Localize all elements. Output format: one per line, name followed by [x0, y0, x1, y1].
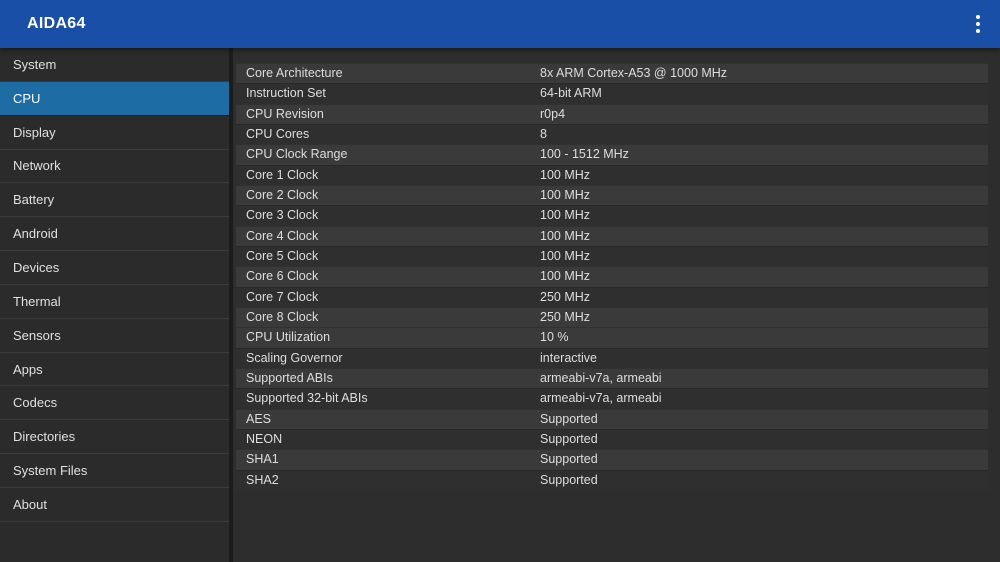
info-row-neon: NEON Supported	[236, 429, 988, 449]
info-row-label: CPU Clock Range	[246, 144, 347, 164]
sidebar-item-label: Sensors	[13, 328, 61, 343]
sidebar-item-label: Thermal	[13, 294, 61, 309]
info-row-label: AES	[246, 409, 271, 429]
sidebar-item-display[interactable]: Display	[0, 116, 229, 150]
sidebar-item-label: Display	[13, 125, 56, 140]
cpu-info-list: Core Architecture 8x ARM Cortex-A53 @ 100…	[233, 48, 1000, 562]
info-row-value: Supported	[540, 470, 598, 490]
sidebar: System CPU Display Network Battery Android Dev…	[0, 48, 229, 562]
info-row-value: Supported	[540, 409, 598, 429]
info-row-label: CPU Cores	[246, 124, 309, 144]
info-row-supported-abis: Supported ABIs armeabi-v7a, armeabi	[236, 368, 988, 388]
info-row-core-4-clock: Core 4 Clock 100 MHz	[236, 226, 988, 246]
info-row-core-6-clock: Core 6 Clock 100 MHz	[236, 266, 988, 286]
info-row-label: SHA1	[246, 449, 279, 469]
info-row-sha2: SHA2 Supported	[236, 470, 988, 490]
info-row-label: Scaling Governor	[246, 348, 343, 368]
info-row-value: 100 MHz	[540, 266, 590, 286]
info-row-label: CPU Utilization	[246, 327, 330, 347]
info-row-value: armeabi-v7a, armeabi	[540, 388, 662, 408]
info-row-label: Core 6 Clock	[246, 266, 318, 286]
sidebar-item-sensors[interactable]: Sensors	[0, 319, 229, 353]
info-row-value: 8	[540, 124, 547, 144]
info-row-value: 100 MHz	[540, 205, 590, 225]
sidebar-item-about[interactable]: About	[0, 488, 229, 522]
info-row-cpu-clock-range: CPU Clock Range 100 - 1512 MHz	[236, 144, 988, 164]
info-row-value: 100 - 1512 MHz	[540, 144, 629, 164]
info-row-label: SHA2	[246, 470, 279, 490]
info-row-label: Core Architecture	[246, 63, 343, 83]
sidebar-item-battery[interactable]: Battery	[0, 183, 229, 217]
sidebar-item-label: CPU	[13, 91, 40, 106]
info-row-value: r0p4	[540, 104, 565, 124]
info-row-value: 100 MHz	[540, 246, 590, 266]
info-row-value: 8x ARM Cortex-A53 @ 1000 MHz	[540, 63, 727, 83]
info-row-label: Instruction Set	[246, 83, 326, 103]
info-row-label: Core 1 Clock	[246, 165, 318, 185]
info-row-value: 10 %	[540, 327, 569, 347]
overflow-menu-button[interactable]	[956, 0, 1000, 48]
info-row-value: 250 MHz	[540, 307, 590, 327]
sidebar-item-system[interactable]: System	[0, 48, 229, 82]
info-row-label: CPU Revision	[246, 104, 324, 124]
sidebar-item-label: About	[13, 497, 47, 512]
info-row-label: Core 5 Clock	[246, 246, 318, 266]
sidebar-item-thermal[interactable]: Thermal	[0, 285, 229, 319]
info-row-value: Supported	[540, 449, 598, 469]
info-row-label: NEON	[246, 429, 282, 449]
info-row-scaling-governor: Scaling Governor interactive	[236, 348, 988, 368]
info-row-value: armeabi-v7a, armeabi	[540, 368, 662, 388]
info-row-value: Supported	[540, 429, 598, 449]
info-row-value: 100 MHz	[540, 185, 590, 205]
sidebar-item-network[interactable]: Network	[0, 150, 229, 184]
info-row-sha1: SHA1 Supported	[236, 449, 988, 469]
info-row-supported-32-bit-abis: Supported 32-bit ABIs armeabi-v7a, armeab…	[236, 388, 988, 408]
info-row-cpu-revision: CPU Revision r0p4	[236, 104, 988, 124]
info-row-core-3-clock: Core 3 Clock 100 MHz	[236, 205, 988, 225]
sidebar-item-devices[interactable]: Devices	[0, 251, 229, 285]
sidebar-item-label: Network	[13, 158, 61, 173]
sidebar-item-label: Apps	[13, 362, 43, 377]
info-row-core-7-clock: Core 7 Clock 250 MHz	[236, 287, 988, 307]
info-row-instruction-set: Instruction Set 64-bit ARM	[236, 83, 988, 103]
info-row-aes: AES Supported	[236, 409, 988, 429]
info-row-cpu-utilization: CPU Utilization 10 %	[236, 327, 988, 347]
sidebar-item-system-files[interactable]: System Files	[0, 454, 229, 488]
info-row-label: Supported 32-bit ABIs	[246, 388, 368, 408]
sidebar-item-directories[interactable]: Directories	[0, 420, 229, 454]
sidebar-item-label: Codecs	[13, 395, 57, 410]
info-row-label: Core 2 Clock	[246, 185, 318, 205]
info-row-value: 250 MHz	[540, 287, 590, 307]
aida64-app-window: AIDA64 System CPU Display Network Battery And…	[0, 0, 1000, 562]
sidebar-item-codecs[interactable]: Codecs	[0, 386, 229, 420]
app-body: System CPU Display Network Battery Android Dev…	[0, 48, 1000, 562]
app-title: AIDA64	[0, 15, 86, 33]
info-row-value: interactive	[540, 348, 597, 368]
info-row-core-8-clock: Core 8 Clock 250 MHz	[236, 307, 988, 327]
sidebar-item-label: Directories	[13, 429, 75, 444]
info-row-core-1-clock: Core 1 Clock 100 MHz	[236, 165, 988, 185]
info-row-cpu-cores: CPU Cores 8	[236, 124, 988, 144]
sidebar-item-apps[interactable]: Apps	[0, 353, 229, 387]
app-bar: AIDA64	[0, 0, 1000, 48]
sidebar-item-cpu[interactable]: CPU	[0, 82, 229, 116]
sidebar-item-label: Battery	[13, 192, 54, 207]
sidebar-item-label: Devices	[13, 260, 59, 275]
info-row-label: Core 3 Clock	[246, 205, 318, 225]
info-row-core-2-clock: Core 2 Clock 100 MHz	[236, 185, 988, 205]
info-row-label: Core 7 Clock	[246, 287, 318, 307]
info-row-label: Core 4 Clock	[246, 226, 318, 246]
info-row-value: 100 MHz	[540, 165, 590, 185]
info-row-label: Supported ABIs	[246, 368, 333, 388]
kebab-menu-icon	[976, 22, 980, 26]
info-row-label: Core 8 Clock	[246, 307, 318, 327]
sidebar-item-label: System Files	[13, 463, 87, 478]
sidebar-item-label: System	[13, 57, 56, 72]
info-row-core-5-clock: Core 5 Clock 100 MHz	[236, 246, 988, 266]
info-row-value: 100 MHz	[540, 226, 590, 246]
sidebar-item-label: Android	[13, 226, 58, 241]
info-row-core-architecture: Core Architecture 8x ARM Cortex-A53 @ 100…	[236, 63, 988, 83]
info-row-value: 64-bit ARM	[540, 83, 602, 103]
sidebar-item-android[interactable]: Android	[0, 217, 229, 251]
